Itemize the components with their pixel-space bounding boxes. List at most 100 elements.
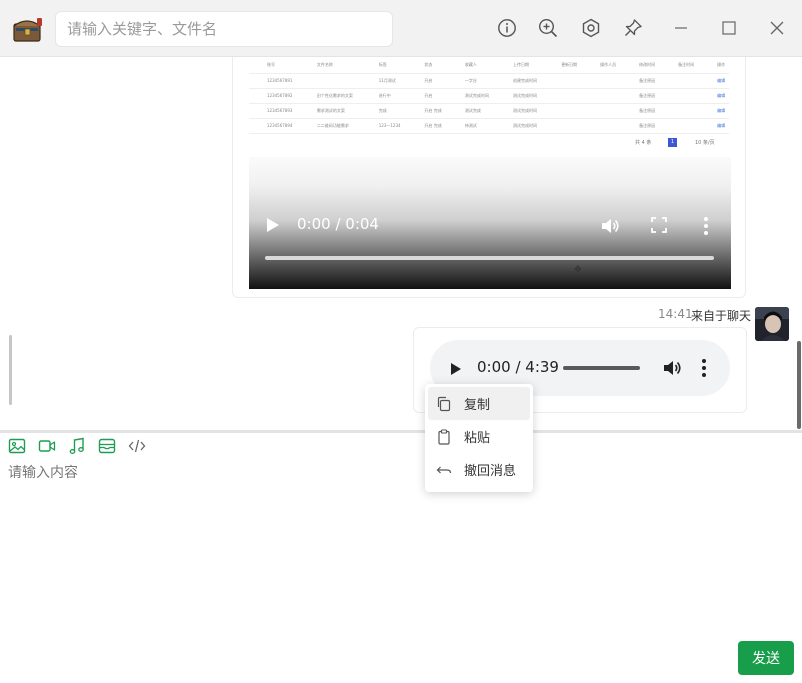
send-button[interactable]: 发送 bbox=[738, 641, 794, 675]
message-timestamp: 14:41 bbox=[658, 307, 693, 321]
video-message: 账号 文件名称 标签 状态 收藏人 上传日期 更新日期 操作人员 修改时间 备注… bbox=[232, 57, 746, 298]
table-cell: 开启 bbox=[406, 73, 447, 89]
mouse-cursor-icon: ✥ bbox=[574, 265, 582, 275]
minimize-icon[interactable] bbox=[670, 17, 692, 39]
table-header-cell: 标签 bbox=[360, 58, 407, 74]
table-cell bbox=[582, 73, 622, 89]
table-header-cell: 操作人员 bbox=[582, 58, 622, 74]
table-header-cell: 账号 bbox=[249, 58, 299, 74]
audio-more-icon[interactable] bbox=[697, 358, 711, 378]
message-input[interactable] bbox=[8, 462, 794, 632]
maximize-icon[interactable] bbox=[718, 17, 740, 39]
copy-icon bbox=[437, 396, 451, 411]
table-cell: 123一1234 bbox=[360, 118, 407, 134]
right-scrollbar[interactable] bbox=[797, 341, 801, 429]
table-cell bbox=[543, 103, 583, 119]
video-progress-bar[interactable] bbox=[265, 256, 714, 260]
title-bar bbox=[0, 0, 802, 57]
table-cell bbox=[660, 73, 700, 89]
menu-item-recall[interactable]: 撤回消息 bbox=[428, 453, 530, 486]
video-time: 0:00 / 0:04 bbox=[297, 215, 379, 233]
chat-messages[interactable]: 账号 文件名称 标签 状态 收藏人 上传日期 更新日期 操作人员 修改时间 备注… bbox=[0, 57, 802, 430]
table-cell bbox=[582, 88, 622, 104]
table-cell: 待测试 bbox=[446, 118, 496, 134]
table-cell: 备注原因 bbox=[621, 73, 661, 89]
table-cell bbox=[582, 118, 622, 134]
table-header-cell: 收藏人 bbox=[446, 58, 496, 74]
audio-progress-bar[interactable] bbox=[563, 366, 640, 370]
table-cell: 旧个性化需求的文案 bbox=[298, 88, 361, 104]
table-cell bbox=[298, 73, 361, 89]
table-cell: 进行中 bbox=[360, 88, 407, 104]
table-header-cell: 更新日期 bbox=[543, 58, 583, 74]
table-cell-link: 编辑 bbox=[699, 73, 729, 89]
video-frame-preview: 账号 文件名称 标签 状态 收藏人 上传日期 更新日期 操作人员 修改时间 备注… bbox=[249, 58, 731, 157]
table-cell: 备注原因 bbox=[621, 103, 661, 119]
table-cell bbox=[660, 88, 700, 104]
context-menu: 复制 粘贴 撤回消息 bbox=[425, 384, 533, 492]
table-cell: 1234567891 bbox=[249, 73, 299, 89]
info-icon[interactable] bbox=[496, 17, 518, 39]
table-cell: 测试完成时间 bbox=[446, 88, 496, 104]
table-cell bbox=[582, 103, 622, 119]
search-box[interactable] bbox=[55, 11, 393, 47]
menu-item-label: 撤回消息 bbox=[464, 464, 517, 479]
table-cell bbox=[660, 118, 700, 134]
table-cell: 测试完成时间 bbox=[495, 88, 544, 104]
table-cell: 测试完成时间 bbox=[495, 118, 544, 134]
video-fullscreen-icon[interactable] bbox=[650, 216, 668, 234]
video-more-icon[interactable] bbox=[699, 216, 713, 236]
code-icon[interactable] bbox=[128, 437, 148, 457]
table-cell: 测试完成 bbox=[446, 103, 496, 119]
undo-icon bbox=[436, 466, 452, 473]
table-cell bbox=[543, 88, 583, 104]
table-cell: 需求测试的文案 bbox=[298, 103, 361, 119]
table-header-row: 账号 文件名称 标签 状态 收藏人 上传日期 更新日期 操作人员 修改时间 备注… bbox=[249, 58, 729, 74]
table-cell-link: 编辑 bbox=[699, 88, 729, 104]
table-row: 1234567891 11月测试 开启 一字谷 创建完成时间 备注原因 编辑 bbox=[249, 73, 729, 89]
table-cell: 1234567894 bbox=[249, 118, 299, 134]
avatar[interactable] bbox=[755, 307, 789, 341]
audio-time: 0:00 / 4:39 bbox=[477, 358, 559, 376]
table-header-cell: 文件名称 bbox=[298, 58, 361, 74]
table-header-cell: 状态 bbox=[406, 58, 447, 74]
archive-icon[interactable] bbox=[98, 437, 118, 457]
music-icon[interactable] bbox=[68, 437, 88, 457]
image-icon[interactable] bbox=[8, 437, 28, 457]
table-header-cell: 备注时间 bbox=[660, 58, 700, 74]
resize-divider[interactable] bbox=[0, 430, 802, 433]
menu-item-paste[interactable]: 粘贴 bbox=[428, 420, 530, 453]
table-row: 1234567894 二二维码功能需求 123一1234 开启 完成 待测试 测… bbox=[249, 118, 729, 134]
video-icon[interactable] bbox=[38, 437, 58, 457]
table-cell: 备注原因 bbox=[621, 88, 661, 104]
left-scrollbar[interactable] bbox=[9, 335, 12, 405]
table-cell: 测试完成时间 bbox=[495, 103, 544, 119]
message-source: 来自于聊天 bbox=[691, 309, 752, 323]
pin-icon[interactable] bbox=[622, 17, 644, 39]
table-cell-link: 编辑 bbox=[699, 103, 729, 119]
table-header-cell: 修改时间 bbox=[621, 58, 661, 74]
video-play-icon[interactable] bbox=[266, 217, 280, 233]
table-cell: 开启 完成 bbox=[406, 103, 447, 119]
pager-size: 10 条/页 bbox=[695, 140, 715, 146]
zoom-in-icon[interactable] bbox=[537, 17, 559, 39]
audio-volume-icon[interactable] bbox=[662, 358, 682, 378]
pager-total: 共 4 条 bbox=[635, 140, 652, 146]
search-input[interactable] bbox=[56, 12, 392, 46]
video-player[interactable]: 账号 文件名称 标签 状态 收藏人 上传日期 更新日期 操作人员 修改时间 备注… bbox=[249, 58, 731, 289]
close-icon[interactable] bbox=[766, 17, 788, 39]
paste-icon bbox=[438, 428, 450, 445]
menu-item-label: 复制 bbox=[464, 398, 491, 413]
preview-table: 账号 文件名称 标签 状态 收藏人 上传日期 更新日期 操作人员 修改时间 备注… bbox=[249, 58, 729, 134]
menu-item-copy[interactable]: 复制 bbox=[428, 387, 530, 420]
table-cell: 备注原因 bbox=[621, 118, 661, 134]
video-volume-icon[interactable] bbox=[600, 216, 620, 236]
pager-current-page: 1 bbox=[668, 138, 677, 147]
table-cell bbox=[543, 73, 583, 89]
table-header-cell: 上传日期 bbox=[495, 58, 544, 74]
audio-play-icon[interactable] bbox=[450, 361, 462, 375]
table-cell: 11月测试 bbox=[360, 73, 407, 89]
table-cell-link: 编辑 bbox=[699, 118, 729, 134]
settings-hexagon-icon[interactable] bbox=[580, 17, 602, 39]
menu-item-label: 粘贴 bbox=[464, 431, 491, 446]
